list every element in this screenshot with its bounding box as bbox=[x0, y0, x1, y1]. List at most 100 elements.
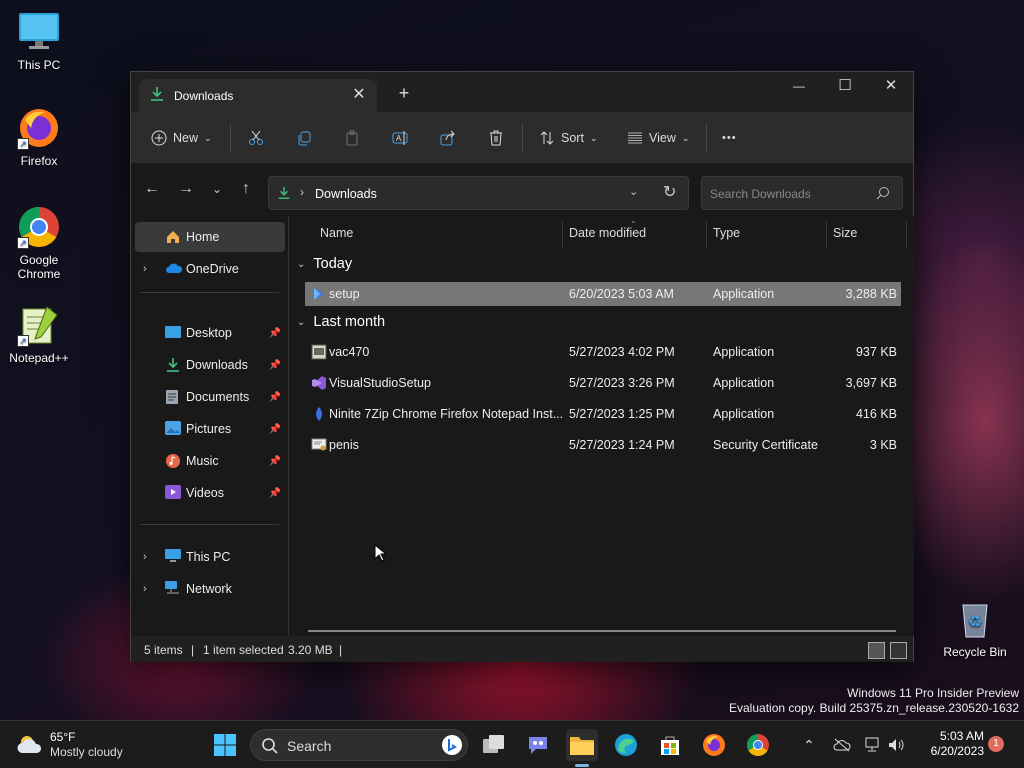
breadcrumb-separator[interactable]: › bbox=[300, 185, 304, 199]
teams-chat-button[interactable] bbox=[522, 729, 554, 761]
desktop-icon-firefox[interactable]: ↗ Firefox bbox=[1, 106, 77, 168]
expand-chevron-icon[interactable]: › bbox=[143, 263, 155, 275]
search-icon bbox=[262, 738, 278, 754]
sidebar-item-documents[interactable]: Documents 📌 bbox=[135, 382, 285, 412]
desktop-icon-label: Firefox bbox=[20, 154, 58, 168]
rename-button[interactable]: A bbox=[392, 124, 410, 152]
new-label: New bbox=[173, 131, 199, 145]
task-view-button[interactable] bbox=[478, 729, 510, 761]
sidebar-item-pictures[interactable]: Pictures 📌 bbox=[135, 414, 285, 444]
tab-downloads[interactable]: Downloads ✕ bbox=[139, 79, 377, 112]
sort-icon bbox=[540, 131, 554, 145]
document-icon bbox=[165, 389, 183, 405]
sidebar-item-videos[interactable]: Videos 📌 bbox=[135, 478, 285, 508]
sidebar-item-home[interactable]: Home bbox=[135, 222, 285, 252]
sort-button[interactable]: Sort ⌄ bbox=[539, 124, 597, 152]
file-size: 416 KB bbox=[855, 407, 897, 421]
sidebar-item-label: Documents bbox=[186, 390, 250, 404]
sidebar-item-downloads[interactable]: Downloads 📌 bbox=[135, 350, 285, 380]
file-row[interactable]: setup 6/20/2023 5:03 AM Application 3,28… bbox=[305, 282, 901, 306]
desktop-icon-recycle-bin[interactable]: ♻ Recycle Bin bbox=[937, 597, 1013, 659]
column-header-type[interactable]: Type bbox=[713, 226, 740, 240]
onedrive-tray-icon[interactable] bbox=[826, 729, 858, 761]
column-divider[interactable] bbox=[906, 222, 907, 248]
file-size: 3,697 KB bbox=[845, 376, 897, 390]
toolbar-divider bbox=[230, 124, 231, 152]
store-taskbar-button[interactable] bbox=[654, 729, 686, 761]
chrome-taskbar-button[interactable] bbox=[742, 729, 774, 761]
copy-button[interactable] bbox=[296, 124, 312, 152]
chevron-down-icon: ⌄ bbox=[589, 132, 598, 143]
group-header-last-month[interactable]: ⌄ Last month bbox=[297, 314, 385, 330]
edge-taskbar-button[interactable] bbox=[610, 729, 642, 761]
sidebar-item-network[interactable]: › Network bbox=[135, 574, 285, 604]
volume-tray-icon[interactable] bbox=[880, 729, 912, 761]
back-button[interactable]: ← bbox=[139, 176, 165, 202]
new-tab-button[interactable]: + bbox=[393, 82, 415, 104]
cut-button[interactable] bbox=[248, 124, 264, 152]
file-row[interactable]: penis 5/27/2023 1:24 PM Security Certifi… bbox=[305, 433, 901, 457]
start-button[interactable] bbox=[209, 729, 241, 761]
clipboard-icon bbox=[346, 130, 358, 146]
file-row[interactable]: Ninite 7Zip Chrome Firefox Notepad Inst.… bbox=[305, 402, 901, 426]
file-row[interactable]: VisualStudioSetup 5/27/2023 3:26 PM Appl… bbox=[305, 371, 901, 395]
up-button[interactable]: ↑ bbox=[233, 176, 259, 202]
desktop-icon-chrome[interactable]: ↗ Google Chrome bbox=[1, 205, 77, 281]
network-icon bbox=[165, 581, 183, 597]
file-explorer-taskbar-button[interactable] bbox=[566, 729, 598, 767]
weather-widget[interactable]: 65°F Mostly cloudy bbox=[16, 729, 176, 761]
sort-label: Sort bbox=[561, 131, 584, 145]
tab-close-button[interactable]: ✕ bbox=[349, 85, 369, 105]
file-date: 5/27/2023 1:25 PM bbox=[569, 407, 675, 421]
new-button[interactable]: New ⌄ bbox=[151, 124, 212, 152]
system-clock[interactable]: 5:03 AM 6/20/2023 bbox=[914, 729, 984, 759]
details-view-button[interactable] bbox=[868, 642, 885, 659]
pin-icon: 📌 bbox=[268, 423, 281, 435]
breadcrumb-downloads[interactable]: Downloads bbox=[315, 187, 377, 201]
column-divider[interactable] bbox=[826, 222, 827, 248]
maximize-button[interactable]: ☐ bbox=[822, 72, 868, 102]
file-row[interactable]: vac470 5/27/2023 4:02 PM Application 937… bbox=[305, 340, 901, 364]
column-header-date[interactable]: Date modified bbox=[569, 226, 646, 240]
desktop-icon-this-pc[interactable]: This PC bbox=[1, 10, 77, 72]
forward-button[interactable]: → bbox=[173, 176, 199, 202]
minimize-button[interactable]: — bbox=[776, 72, 822, 102]
paste-button[interactable] bbox=[344, 124, 360, 152]
address-row: ← → ⌄ ↑ › Downloads ⌄ ↻ Search Downloads bbox=[131, 164, 913, 216]
sidebar-item-this-pc[interactable]: › This PC bbox=[135, 542, 285, 572]
more-options-button[interactable]: ••• bbox=[722, 124, 737, 152]
sidebar-item-onedrive[interactable]: › OneDrive bbox=[135, 254, 285, 284]
column-header-name[interactable]: Name bbox=[320, 226, 353, 240]
chevron-down-icon[interactable]: ⌄ bbox=[629, 185, 638, 198]
item-count: 5 items bbox=[144, 643, 183, 657]
desktop-icon-label: Google Chrome bbox=[17, 253, 61, 281]
download-icon bbox=[165, 357, 183, 373]
evaluation-watermark: Windows 11 Pro Insider Preview Evaluatio… bbox=[729, 686, 1019, 716]
desktop-icon-notepadpp[interactable]: ↗ Notepad++ bbox=[1, 303, 77, 365]
close-button[interactable]: ✕ bbox=[868, 72, 914, 102]
search-input[interactable]: Search Downloads bbox=[701, 176, 903, 210]
horizontal-scrollbar[interactable] bbox=[308, 630, 896, 632]
refresh-icon[interactable]: ↻ bbox=[663, 182, 676, 202]
column-header-size[interactable]: Size bbox=[833, 226, 857, 240]
share-button[interactable] bbox=[440, 124, 456, 152]
sidebar-item-music[interactable]: Music 📌 bbox=[135, 446, 285, 476]
show-hidden-icons-button[interactable]: ⌃ bbox=[793, 729, 825, 761]
search-icon bbox=[876, 186, 890, 203]
taskbar-search[interactable]: Search bbox=[250, 729, 468, 761]
tiles-view-button[interactable] bbox=[890, 642, 907, 659]
file-type: Application bbox=[713, 345, 775, 359]
delete-button[interactable] bbox=[488, 124, 504, 152]
sidebar-divider bbox=[141, 524, 279, 525]
group-header-today[interactable]: ⌄ Today bbox=[297, 256, 352, 272]
column-divider[interactable] bbox=[706, 222, 707, 248]
expand-chevron-icon[interactable]: › bbox=[143, 583, 155, 595]
address-bar[interactable]: › Downloads ⌄ ↻ bbox=[268, 176, 689, 210]
notification-badge[interactable]: 1 bbox=[988, 736, 1004, 752]
column-divider[interactable] bbox=[562, 222, 563, 248]
view-button[interactable]: View ⌄ bbox=[627, 124, 689, 152]
expand-chevron-icon[interactable]: › bbox=[143, 551, 155, 563]
firefox-taskbar-button[interactable] bbox=[698, 729, 730, 761]
recent-locations-button[interactable]: ⌄ bbox=[204, 176, 230, 202]
sidebar-item-desktop[interactable]: Desktop 📌 bbox=[135, 318, 285, 348]
